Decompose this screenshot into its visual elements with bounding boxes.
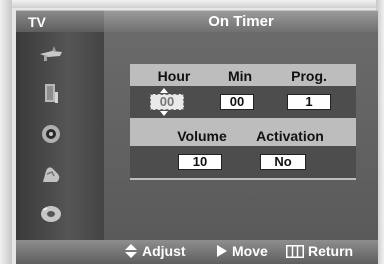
increase-arrow-icon[interactable] — [160, 88, 168, 93]
move-label: Move — [232, 243, 268, 259]
frame-top — [0, 0, 384, 8]
help-bar: Adjust Move Return — [16, 240, 378, 264]
frame-left — [0, 0, 12, 264]
volume-activation-values-row: 10 No — [130, 146, 356, 178]
min-label: Min — [227, 68, 253, 84]
return-label: Return — [308, 243, 354, 259]
volume-field[interactable]: 10 — [178, 154, 222, 170]
decrease-arrow-icon[interactable] — [160, 111, 168, 116]
hour-field[interactable]: 00 — [150, 94, 184, 110]
adjust-label: Adjust — [142, 243, 186, 259]
tv-osd-screen: TV On Timer Hour Min Prog. 00 00 1 Volum… — [0, 0, 384, 264]
picture-icon — [45, 84, 58, 103]
hour-label: Hour — [157, 68, 191, 84]
sidebar-item-picture[interactable] — [16, 74, 104, 114]
up-down-arrow-icon — [125, 244, 137, 258]
page-title: On Timer — [104, 10, 378, 33]
timer-labels-row: Hour Min Prog. — [130, 66, 356, 86]
sidebar-item-input[interactable] — [16, 34, 104, 74]
menu-icon — [286, 244, 304, 258]
prog-label: Prog. — [291, 68, 327, 84]
min-field[interactable]: 00 — [220, 94, 254, 110]
timer-values-row: 00 00 1 — [130, 86, 356, 118]
return-hint: Return — [286, 243, 353, 259]
sidebar-item-channel[interactable] — [16, 154, 104, 194]
volume-label: Volume — [177, 128, 227, 144]
antenna-icon — [40, 46, 62, 61]
menu-section-tab: TV — [16, 10, 104, 32]
sidebar — [16, 32, 104, 240]
right-arrow-icon — [217, 245, 227, 257]
sound-disc-icon — [42, 125, 60, 143]
activation-field[interactable]: No — [260, 154, 306, 170]
sidebar-item-setup[interactable] — [16, 194, 104, 234]
activation-label: Activation — [256, 128, 324, 144]
prog-field[interactable]: 1 — [287, 94, 331, 110]
channel-hand-icon — [43, 167, 60, 182]
setup-tape-icon — [41, 206, 61, 222]
sidebar-item-sound[interactable] — [16, 114, 104, 154]
volume-activation-labels-row: Volume Activation — [130, 126, 356, 146]
move-hint: Move — [216, 243, 268, 259]
adjust-hint: Adjust — [124, 243, 186, 259]
